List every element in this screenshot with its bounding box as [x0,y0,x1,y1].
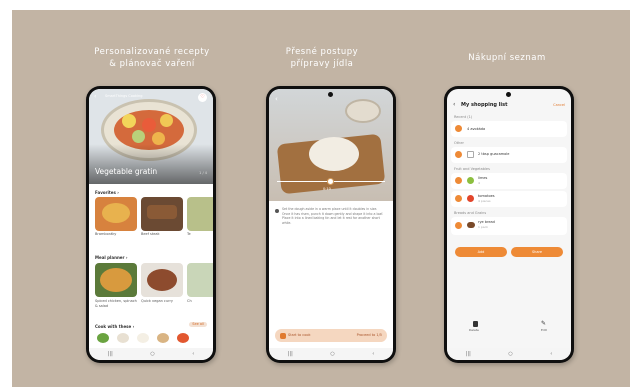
step-card: Set the dough aside in a warm place unti… [269,201,393,341]
banner-start: Start to cook [288,333,311,337]
promo-background: Personalizované recepty & plánovač vařen… [12,10,630,387]
item-label-1: 4 avokáda [467,127,486,131]
item-sub-3: 4 [478,181,480,185]
item-icon-2 [467,151,474,158]
item-checkbox-1[interactable] [455,125,462,132]
meal-label-2: Quick vegan curry [141,299,173,303]
banner-proceed: Proceed to 1/5 [356,333,382,337]
hero-image: ‹ SmartThings Cooking ♡ Vegetable gratin… [89,89,213,184]
caption-steps-line1: Přesné postupy [285,47,359,57]
bread-icon [467,222,475,228]
add-button[interactable]: Add [455,247,507,257]
shopping-title: My shopping list [461,102,508,108]
phone3-navbar: ||| ○ ‹ [447,348,571,360]
step-text: Set the dough aside in a warm place unti… [282,207,384,225]
home-icon[interactable]: ○ [330,351,334,357]
phone-recipes: ‹ SmartThings Cooking ♡ Vegetable gratin… [86,86,216,363]
meal-card-3[interactable] [187,263,213,297]
item-label-2: 2 tbsp guacamole [478,152,510,156]
favorite-label-1: Bramboráky [95,232,117,236]
caption-steps-line2: přípravy jídla [290,59,354,69]
caption-recipes-line1: Personalizované recepty [94,47,210,57]
camera-dot [328,92,333,97]
ingredient-egg[interactable] [137,333,149,343]
meal-planner-label: Meal planner › [95,255,128,260]
caption-shopping-line: Nákupní seznam [468,53,546,63]
delete-label: Delete [469,328,479,332]
favorite-card-2[interactable] [141,197,183,231]
section-other: Other [454,141,464,145]
ingredient-greens[interactable] [97,333,109,343]
back-icon[interactable]: ‹ [94,93,96,100]
back-nav-icon[interactable]: ‹ [192,351,194,357]
step-image: ‹ 0:10 [269,89,393,201]
back-nav-icon[interactable]: ‹ [550,351,552,357]
caption-recipes: Personalizované recepty & plánovač vařen… [72,46,232,70]
favorites-label: Favorites › [95,190,119,195]
flour-bowl [345,99,381,123]
recents-icon[interactable]: ||| [288,351,293,357]
item-checkbox-2[interactable] [455,151,462,158]
step-progress-knob[interactable] [327,178,334,185]
heart-icon[interactable]: ♡ [198,93,207,102]
meal-card-2[interactable] [141,263,183,297]
caption-recipes-line2: & plánovač vaření [109,59,195,69]
section-recent: Recent (1) [454,115,473,119]
cancel-button[interactable]: Cancel [553,103,565,108]
back-icon[interactable]: ‹ [275,95,278,103]
start-cooking-banner[interactable]: Start to cook Proceed to 1/5 [275,329,387,342]
hero-count: 1 / 4 [199,171,207,175]
back-nav-icon[interactable]: ‹ [372,351,374,357]
cook-with-label: Cook with these › [95,324,135,329]
meal-label-3: Ch [187,299,192,303]
camera-dot [506,92,511,97]
delete-icon[interactable] [473,321,478,327]
ingredient-bread[interactable] [157,333,169,343]
favorite-label-3: Te [187,232,191,236]
see-all-link[interactable]: See all [189,322,207,327]
shopping-screen: ‹ My shopping list Cancel Recent (1) 4 a… [447,89,571,360]
phone1-navbar: ||| ○ ‹ [89,348,213,360]
section-grains: Breads and Grains [454,211,487,215]
item-checkbox-4[interactable] [455,195,462,202]
phone-steps: ‹ 0:10 Set the dough aside in a warm pla… [266,86,396,363]
lime-icon [467,177,474,184]
home-icon[interactable]: ○ [150,351,154,357]
item-checkbox-5[interactable] [455,222,462,229]
item-sub-5: 1 pack [478,225,488,229]
phone-shopping: ‹ My shopping list Cancel Recent (1) 4 a… [444,86,574,363]
oven-icon [280,332,286,339]
favorite-card-1[interactable] [95,197,137,231]
edit-label: Edit [541,328,547,332]
recents-icon[interactable]: ||| [466,351,471,357]
app-header: SmartThings Cooking [105,94,143,98]
hero-title: Vegetable gratin [95,167,158,176]
recents-icon[interactable]: ||| [108,351,113,357]
phone2-navbar: ||| ○ ‹ [269,348,393,360]
ingredient-garlic[interactable] [117,333,129,343]
step-number-icon [275,209,279,213]
meal-label-1: Spiced chicken, spinach & salad [95,299,137,308]
home-icon[interactable]: ○ [508,351,512,357]
edit-icon[interactable]: ✎ [541,320,546,327]
caption-shopping: Nákupní seznam [442,52,572,64]
recipes-screen: ‹ SmartThings Cooking ♡ Vegetable gratin… [89,89,213,360]
item-checkbox-3[interactable] [455,177,462,184]
share-button[interactable]: Share [511,247,563,257]
meal-card-1[interactable] [95,263,137,297]
dough [309,137,359,171]
back-icon[interactable]: ‹ [453,101,455,108]
section-fruit: Fruit and Vegetables [454,167,490,171]
ingredient-tomato[interactable] [177,333,189,343]
tomato-icon [467,195,474,202]
step-timer: 0:10 [323,187,331,191]
favorite-card-3[interactable] [187,197,213,231]
caption-steps: Přesné postupy přípravy jídla [262,46,382,70]
item-sub-4: 4 pieces [478,199,491,203]
favorite-label-2: Beef steak [141,232,160,236]
steps-screen: ‹ 0:10 Set the dough aside in a warm pla… [269,89,393,360]
